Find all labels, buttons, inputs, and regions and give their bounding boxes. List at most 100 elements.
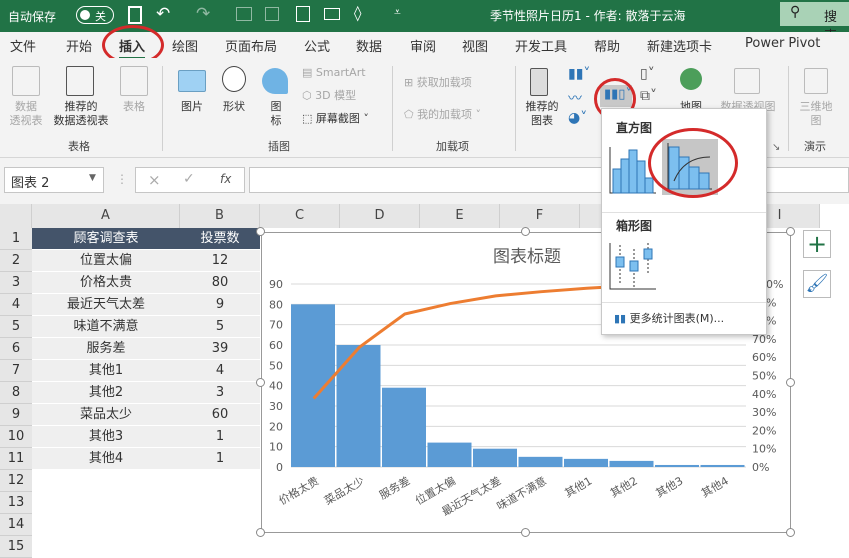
row-header[interactable]: 15 — [0, 536, 32, 558]
tab-home[interactable]: 开始 — [66, 36, 92, 55]
select-all-corner[interactable] — [0, 204, 32, 228]
tab-new[interactable]: 新建选项卡 — [647, 36, 712, 55]
row-header[interactable]: 6 — [0, 338, 32, 360]
cancel-icon[interactable]: × — [148, 171, 161, 189]
row-header[interactable]: 4 — [0, 294, 32, 316]
table-cell-votes[interactable]: 39 — [180, 338, 260, 360]
splitter-handle[interactable]: ⋮ — [116, 172, 128, 186]
resize-handle[interactable] — [256, 227, 265, 236]
undo-icon[interactable]: ↶ — [156, 4, 170, 24]
open-folder-icon[interactable] — [324, 8, 340, 20]
chart-styles-button[interactable]: 🖌 — [803, 270, 831, 298]
table-cell-votes[interactable]: 5 — [180, 316, 260, 338]
redo-icon[interactable]: ↷ — [196, 4, 210, 24]
recommended-charts-button[interactable]: 推荐的 图表 — [522, 100, 562, 128]
icons-button[interactable]: 图 标 — [266, 100, 286, 128]
row-header[interactable]: 13 — [0, 492, 32, 514]
recommended-pivot-button[interactable]: 推荐的 数据透视表 — [46, 100, 116, 128]
table-cell-reason[interactable]: 最近天气太差 — [32, 294, 180, 316]
table-header-cell[interactable]: 顾客调查表 — [32, 228, 180, 250]
resize-handle[interactable] — [786, 528, 795, 537]
table-cell-votes[interactable]: 4 — [180, 360, 260, 382]
resize-handle[interactable] — [256, 378, 265, 387]
combo-chart-icon[interactable]: ⧉˅ — [640, 88, 657, 104]
3d-model-button[interactable]: ⬡ 3D 模型 — [302, 89, 356, 103]
column-header[interactable]: D — [340, 204, 420, 228]
table-cell-votes[interactable]: 80 — [180, 272, 260, 294]
table-cell-reason[interactable]: 其他4 — [32, 448, 180, 470]
resize-handle[interactable] — [521, 227, 530, 236]
table-cell-reason[interactable]: 其他3 — [32, 426, 180, 448]
3d-map-button[interactable]: 三维地 图 — [796, 100, 836, 128]
column-header[interactable]: B — [180, 204, 260, 228]
fill-color-icon[interactable]: ◊ — [354, 4, 361, 22]
get-addins-button[interactable]: ⊞ 获取加载项 — [404, 76, 472, 90]
shapes-button[interactable]: 形状 — [218, 100, 250, 114]
tab-page-layout[interactable]: 页面布局 — [225, 36, 277, 55]
customize-qat-icon[interactable]: ⩡ — [394, 5, 401, 20]
tab-file[interactable]: 文件 — [10, 36, 36, 55]
table-cell-reason[interactable]: 其他2 — [32, 382, 180, 404]
tab-power-pivot[interactable]: Power Pivot — [745, 36, 820, 51]
table-cell-votes[interactable]: 1 — [180, 426, 260, 448]
row-header[interactable]: 7 — [0, 360, 32, 382]
autosave-toggle[interactable]: 关 — [76, 6, 114, 24]
column-header[interactable]: A — [32, 204, 180, 228]
tab-draw[interactable]: 绘图 — [172, 36, 198, 55]
table-cell-reason[interactable]: 味道不满意 — [32, 316, 180, 338]
resize-handle[interactable] — [521, 528, 530, 537]
my-addins-button[interactable]: ⬠ 我的加载项 ˅ — [404, 108, 481, 122]
more-statistic-charts-item[interactable]: ▮▮ 更多统计图表(M)... — [614, 310, 724, 326]
row-header[interactable]: 12 — [0, 470, 32, 492]
tab-help[interactable]: 帮助 — [594, 36, 620, 55]
chart-elements-button[interactable]: + — [803, 230, 831, 258]
tab-developer[interactable]: 开发工具 — [515, 36, 567, 55]
table-cell-reason[interactable]: 价格太贵 — [32, 272, 180, 294]
tab-data[interactable]: 数据 — [356, 36, 382, 55]
row-header[interactable]: 1 — [0, 228, 32, 250]
save-icon[interactable] — [128, 6, 142, 24]
resize-handle[interactable] — [786, 378, 795, 387]
tab-formulas[interactable]: 公式 — [304, 36, 330, 55]
row-header[interactable]: 10 — [0, 426, 32, 448]
smartart-button[interactable]: ▤ SmartArt — [302, 66, 366, 80]
waterfall-chart-icon[interactable]: ▯˅ — [640, 66, 655, 82]
column-header[interactable]: E — [420, 204, 500, 228]
column-header[interactable]: F — [500, 204, 580, 228]
print-preview-icon[interactable] — [296, 6, 310, 22]
table-cell-votes[interactable]: 1 — [180, 448, 260, 470]
table-cell-votes[interactable]: 9 — [180, 294, 260, 316]
dialog-launcher-icon[interactable]: ↘ — [772, 142, 780, 153]
table-cell-reason[interactable]: 位置太偏 — [32, 250, 180, 272]
table-cell-votes[interactable]: 12 — [180, 250, 260, 272]
row-header[interactable]: 14 — [0, 514, 32, 536]
line-chart-icon[interactable]: 〰 — [568, 88, 582, 108]
pivottable-button[interactable]: 数据 透视表 — [6, 100, 46, 128]
table-cell-reason[interactable]: 服务差 — [32, 338, 180, 360]
pictures-button[interactable]: 图片 — [176, 100, 208, 114]
table-header-cell[interactable]: 投票数 — [180, 228, 260, 250]
tab-view[interactable]: 视图 — [462, 36, 488, 55]
screenshot-button[interactable]: ⬚ 屏幕截图 ˅ — [302, 112, 369, 126]
column-chart-icon[interactable]: ▮▮˅ — [568, 66, 590, 82]
search-box[interactable]: ⚲ 搜索 — [780, 2, 849, 44]
table-cell-reason[interactable]: 其他1 — [32, 360, 180, 382]
insert-function-icon[interactable]: fx — [220, 172, 231, 186]
row-header[interactable]: 8 — [0, 382, 32, 404]
resize-handle[interactable] — [256, 528, 265, 537]
box-whisker-option[interactable] — [608, 241, 658, 291]
camera-icon[interactable] — [236, 7, 252, 21]
resize-handle[interactable] — [786, 227, 795, 236]
row-header[interactable]: 3 — [0, 272, 32, 294]
column-header[interactable]: C — [260, 204, 340, 228]
row-header[interactable]: 2 — [0, 250, 32, 272]
enter-icon[interactable]: ✓ — [183, 171, 195, 187]
row-header[interactable]: 5 — [0, 316, 32, 338]
table-cell-votes[interactable]: 60 — [180, 404, 260, 426]
tab-review[interactable]: 审阅 — [410, 36, 436, 55]
row-header[interactable]: 11 — [0, 448, 32, 470]
pie-chart-icon[interactable]: ◕˅ — [568, 110, 587, 126]
table-cell-votes[interactable]: 3 — [180, 382, 260, 404]
form-icon[interactable] — [265, 7, 279, 21]
name-box[interactable]: 图表 2 ▼ — [4, 167, 104, 193]
